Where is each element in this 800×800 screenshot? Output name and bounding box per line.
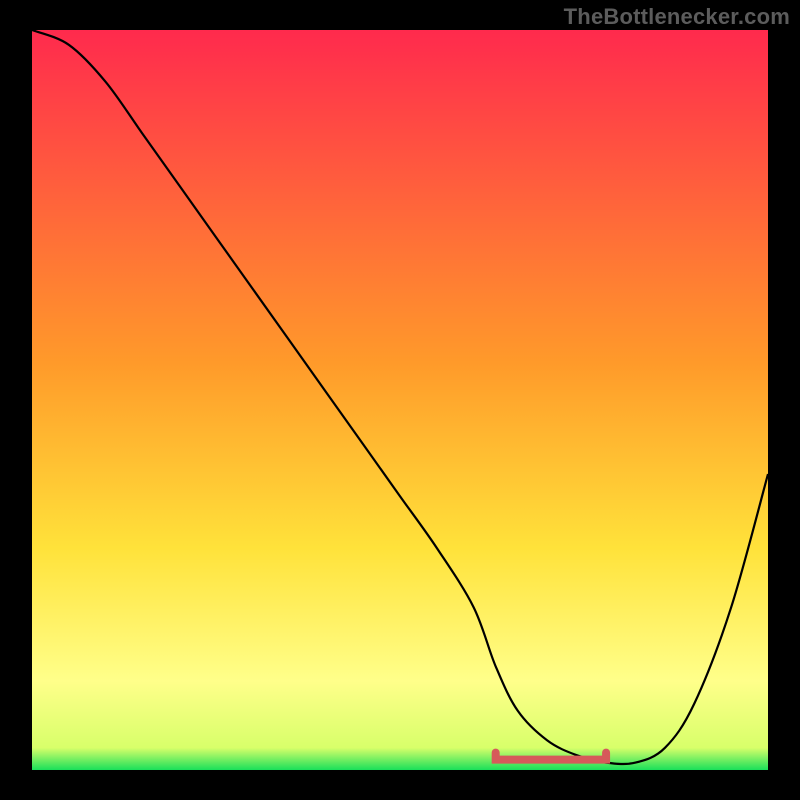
gradient-background — [32, 30, 768, 770]
watermark-text: TheBottlenecker.com — [564, 4, 790, 30]
plot-area — [32, 30, 768, 770]
bottleneck-chart — [32, 30, 768, 770]
chart-frame: TheBottlenecker.com — [0, 0, 800, 800]
